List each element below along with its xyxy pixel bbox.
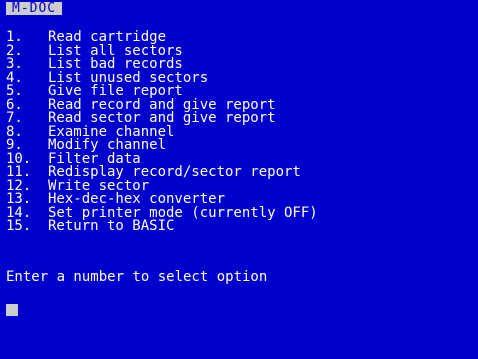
menu-item-return-to-basic[interactable]: 15. Return to BASIC (6, 218, 318, 234)
option-prompt: Enter a number to select option (6, 269, 268, 285)
input-cursor[interactable] (6, 304, 18, 316)
terminal-screen: M-DOC 1. Read cartridge 2. List all sect… (0, 0, 478, 359)
menu-item-label: Return to BASIC (48, 218, 175, 234)
program-title: M-DOC (6, 2, 63, 15)
menu-item-number: 15. (6, 218, 32, 234)
main-menu: 1. Read cartridge 2. List all sectors 3.… (6, 30, 318, 234)
